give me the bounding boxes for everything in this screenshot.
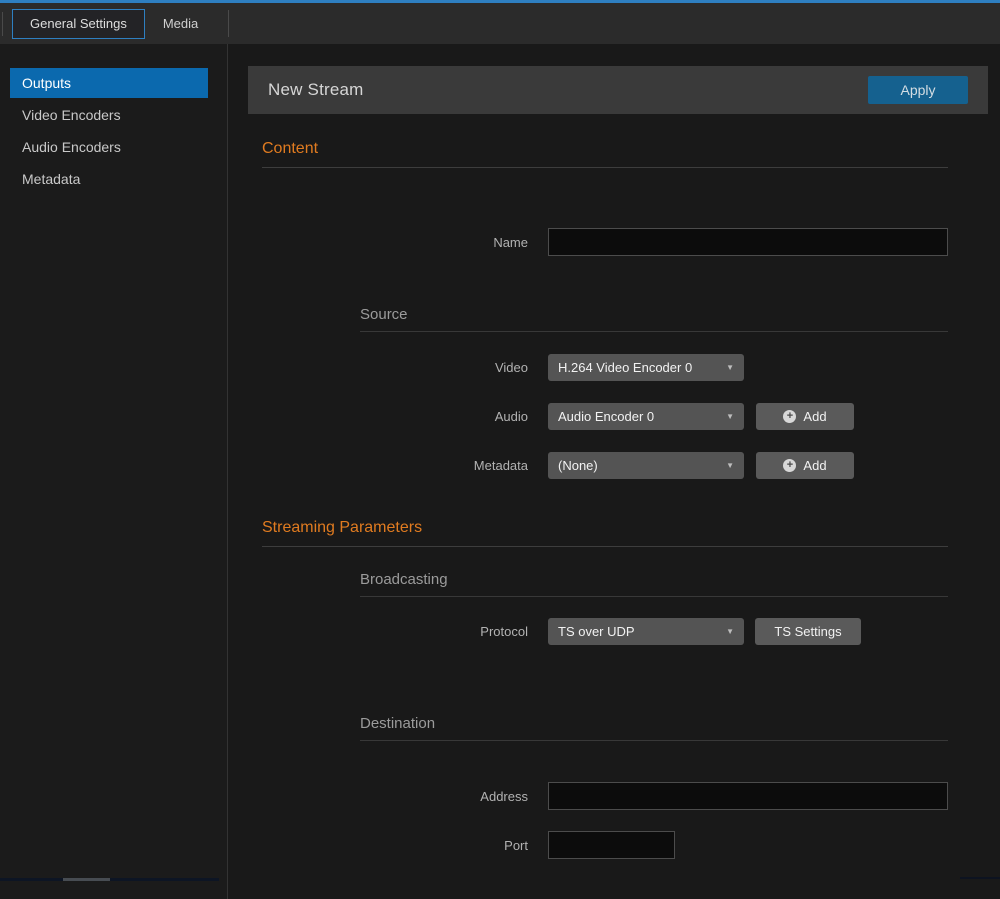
address-input[interactable]: [548, 782, 948, 810]
tab-divider: [228, 10, 229, 37]
audio-source-value: Audio Encoder 0: [558, 409, 654, 424]
ts-settings-label: TS Settings: [774, 624, 841, 639]
plus-circle-icon: +: [783, 459, 796, 472]
content-pane: New Stream Apply Content Name Source Vid…: [228, 44, 1000, 899]
apply-button[interactable]: Apply: [868, 76, 968, 104]
destination-title: Destination: [360, 715, 948, 732]
plus-circle-icon: +: [783, 410, 796, 423]
source-subsection-header: Source: [360, 306, 948, 332]
metadata-row: Metadata (None) ▼ + Add: [262, 452, 948, 479]
sidebar-item-video-encoders[interactable]: Video Encoders: [0, 100, 227, 130]
broadcasting-title: Broadcasting: [360, 571, 948, 588]
video-label: Video: [262, 360, 548, 375]
broadcasting-subsection-header: Broadcasting: [360, 571, 948, 597]
app-window: General Settings Media Outputs Video Enc…: [0, 0, 1000, 899]
content-section: Content Name Source Video H.264 Video En…: [262, 140, 948, 479]
chevron-down-icon: ▼: [726, 627, 734, 636]
ts-settings-button[interactable]: TS Settings: [755, 618, 861, 645]
add-metadata-label: Add: [803, 458, 826, 473]
source-divider: [360, 331, 948, 332]
audio-label: Audio: [262, 409, 548, 424]
content-bottom-edge-line: [960, 877, 1000, 879]
metadata-source-value: (None): [558, 458, 598, 473]
content-section-divider: [262, 167, 948, 168]
video-source-value: H.264 Video Encoder 0: [558, 360, 692, 375]
audio-row: Audio Audio Encoder 0 ▼ + Add: [262, 403, 948, 430]
tab-general-settings-label: General Settings: [30, 16, 127, 31]
sidebar-horizontal-scrollbar[interactable]: [0, 878, 219, 881]
name-row: Name: [262, 228, 948, 256]
destination-subsection-header: Destination: [360, 715, 948, 741]
address-row: Address: [262, 782, 948, 810]
tab-general-settings[interactable]: General Settings: [12, 9, 145, 39]
port-row: Port: [262, 831, 948, 859]
video-row: Video H.264 Video Encoder 0 ▼: [262, 354, 948, 381]
video-source-dropdown[interactable]: H.264 Video Encoder 0 ▼: [548, 354, 744, 381]
name-label: Name: [262, 235, 548, 250]
source-title: Source: [360, 306, 948, 323]
protocol-value: TS over UDP: [558, 624, 635, 639]
add-metadata-button[interactable]: + Add: [756, 452, 854, 479]
tab-media[interactable]: Media: [145, 9, 216, 39]
streaming-parameters-title: Streaming Parameters: [262, 519, 948, 537]
chevron-down-icon: ▼: [726, 461, 734, 470]
streaming-parameters-section: Streaming Parameters Broadcasting Protoc…: [262, 519, 948, 859]
chevron-down-icon: ▼: [726, 412, 734, 421]
broadcasting-divider: [360, 596, 948, 597]
stream-panel-header: New Stream Apply: [248, 66, 988, 114]
content-section-title: Content: [262, 140, 948, 158]
sidebar-item-audio-encoders[interactable]: Audio Encoders: [0, 132, 227, 162]
page-title: New Stream: [268, 80, 364, 100]
protocol-dropdown[interactable]: TS over UDP ▼: [548, 618, 744, 645]
sidebar-scrollbar-thumb[interactable]: [63, 878, 110, 881]
sidebar-item-outputs[interactable]: Outputs: [10, 68, 208, 98]
address-label: Address: [262, 789, 548, 804]
protocol-row: Protocol TS over UDP ▼ TS Settings: [262, 618, 948, 645]
metadata-source-dropdown[interactable]: (None) ▼: [548, 452, 744, 479]
port-label: Port: [262, 838, 548, 853]
streaming-parameters-divider: [262, 546, 948, 547]
metadata-label: Metadata: [262, 458, 548, 473]
sidebar-item-metadata[interactable]: Metadata: [0, 164, 227, 194]
add-audio-label: Add: [803, 409, 826, 424]
destination-divider: [360, 740, 948, 741]
main-area: Outputs Video Encoders Audio Encoders Me…: [0, 44, 1000, 899]
name-input[interactable]: [548, 228, 948, 256]
sidebar: Outputs Video Encoders Audio Encoders Me…: [0, 44, 228, 899]
protocol-label: Protocol: [262, 624, 548, 639]
tab-media-label: Media: [163, 16, 198, 31]
add-audio-button[interactable]: + Add: [756, 403, 854, 430]
chevron-down-icon: ▼: [726, 363, 734, 372]
port-input[interactable]: [548, 831, 675, 859]
top-tab-bar: General Settings Media: [0, 3, 1000, 44]
audio-source-dropdown[interactable]: Audio Encoder 0 ▼: [548, 403, 744, 430]
